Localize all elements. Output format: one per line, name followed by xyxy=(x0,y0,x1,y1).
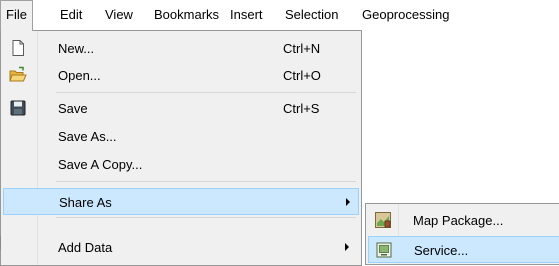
submenu-item-label: Service... xyxy=(414,243,469,258)
submenu-item-map-package[interactable]: Map Package... xyxy=(368,207,559,234)
menu-item-shortcut: Ctrl+O xyxy=(283,68,321,83)
menu-item-open[interactable]: Open... Ctrl+O xyxy=(3,62,359,89)
new-document-icon xyxy=(9,39,27,57)
menu-item-label: Add Data xyxy=(58,240,113,255)
submenu-item-service[interactable]: Service... xyxy=(368,236,559,263)
menu-item-label: Open... xyxy=(58,68,101,83)
menu-item-label: Save As... xyxy=(58,129,117,144)
submenu-arrow-icon xyxy=(345,243,349,251)
file-menu-dropdown: New... Ctrl+N Open... Ctrl+O Save Ctrl+S… xyxy=(0,30,362,266)
menu-item-label: Save A Copy... xyxy=(58,157,143,172)
map-package-icon xyxy=(374,211,392,229)
menu-separator xyxy=(56,217,356,218)
menu-separator xyxy=(56,181,356,182)
share-as-submenu: Map Package... Service... xyxy=(365,203,559,265)
menu-item-label: New... xyxy=(58,41,95,56)
open-folder-icon xyxy=(9,66,27,84)
menu-item-share-as[interactable]: Share As xyxy=(3,188,359,215)
menu-item-label: Save xyxy=(58,101,88,116)
menu-item-label: Share As xyxy=(59,195,112,210)
menu-item-save-as[interactable]: Save As... xyxy=(3,123,359,150)
service-icon xyxy=(375,241,393,259)
menu-bar: File Edit View Bookmarks Insert Selectio… xyxy=(0,0,559,31)
menu-view[interactable]: View xyxy=(100,0,138,30)
menu-item-shortcut: Ctrl+S xyxy=(283,101,320,116)
menu-item-save[interactable]: Save Ctrl+S xyxy=(3,95,359,122)
menu-selection[interactable]: Selection xyxy=(280,0,343,30)
menu-edit[interactable]: Edit xyxy=(55,0,87,30)
menu-item-shortcut: Ctrl+N xyxy=(283,41,321,56)
save-disk-icon xyxy=(9,99,27,117)
menu-separator xyxy=(56,92,356,93)
menu-bookmarks[interactable]: Bookmarks xyxy=(149,0,224,30)
menu-geoprocessing[interactable]: Geoprocessing xyxy=(357,0,454,30)
window-edge-mark xyxy=(0,236,1,250)
menu-file[interactable]: File xyxy=(0,0,33,31)
menu-insert[interactable]: Insert xyxy=(225,0,268,30)
submenu-item-label: Map Package... xyxy=(413,213,504,228)
menu-item-add-data[interactable]: Add Data xyxy=(3,234,359,261)
submenu-arrow-icon xyxy=(346,198,350,206)
menu-item-save-a-copy[interactable]: Save A Copy... xyxy=(3,151,359,178)
menu-item-new[interactable]: New... Ctrl+N xyxy=(3,35,359,62)
